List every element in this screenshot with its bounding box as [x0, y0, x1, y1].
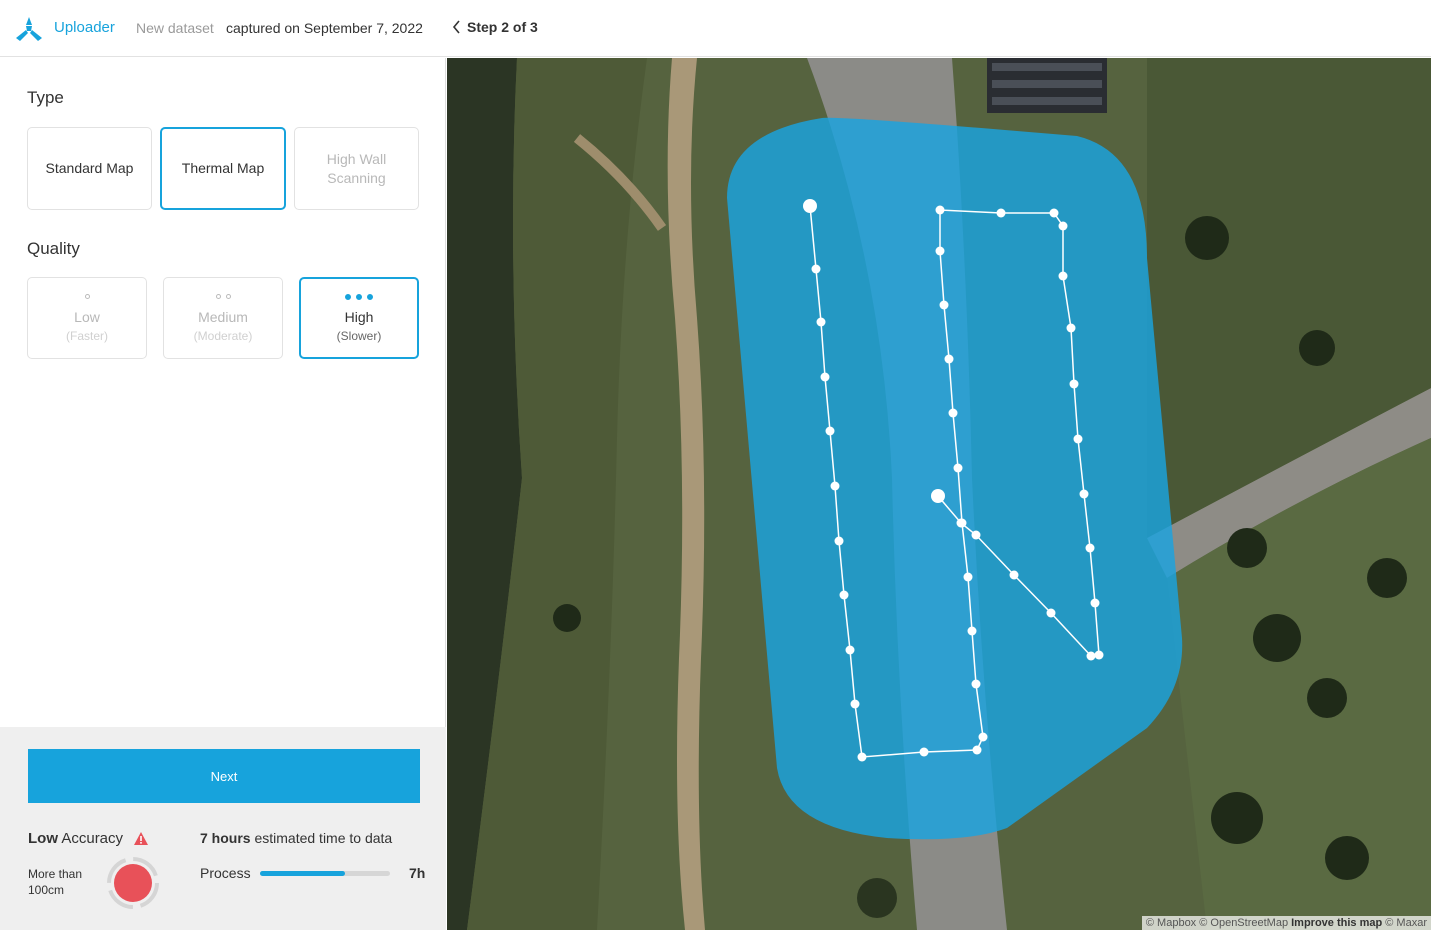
estimated-time-label: estimated time to data: [254, 830, 393, 846]
flight-waypoint[interactable]: [820, 372, 830, 382]
flight-waypoint[interactable]: [963, 572, 973, 582]
step-indicator: Step 2 of 3: [467, 19, 538, 35]
quality-dots-icon: [84, 294, 90, 300]
flight-waypoint[interactable]: [1049, 208, 1059, 218]
estimated-time: 7 hours estimated time to data: [200, 830, 392, 846]
accuracy-subtext: More than 100cm: [28, 867, 83, 897]
flight-waypoint[interactable]: [1058, 221, 1068, 231]
flight-waypoint[interactable]: [830, 481, 840, 491]
flight-waypoint[interactable]: [978, 732, 988, 742]
top-bar: Uploader New dataset captured on Septemb…: [0, 0, 1431, 57]
quality-option-high[interactable]: High (Slower): [299, 277, 419, 359]
estimated-time-value: 7 hours: [200, 830, 251, 846]
accuracy-title: Low Accuracy: [28, 830, 149, 847]
improve-map-link[interactable]: Improve this map: [1291, 917, 1382, 929]
option-label: High: [344, 308, 374, 325]
flight-waypoint[interactable]: [919, 747, 929, 757]
flight-waypoint[interactable]: [939, 300, 949, 310]
flight-home-point[interactable]: [931, 489, 945, 503]
chevron-left-icon: [452, 20, 460, 34]
flight-waypoint[interactable]: [850, 699, 860, 709]
process-label: Process: [200, 865, 251, 881]
summary-footer: Next Low Accuracy More than 100cm 7 hour…: [0, 727, 446, 930]
flight-waypoint[interactable]: [1085, 543, 1095, 553]
satellite-imagery: [447, 58, 1431, 930]
process-value: 7h: [409, 865, 426, 881]
flight-waypoint[interactable]: [825, 426, 835, 436]
flight-waypoint[interactable]: [948, 408, 958, 418]
accuracy-word: Accuracy: [61, 830, 124, 847]
flight-waypoint[interactable]: [935, 205, 945, 215]
attribution-maxar: © Maxar: [1385, 917, 1427, 929]
process-progress-bar: [260, 871, 390, 876]
option-sublabel: (Moderate): [193, 328, 253, 343]
flight-waypoint[interactable]: [944, 354, 954, 364]
flight-waypoint[interactable]: [935, 246, 945, 256]
flight-waypoint[interactable]: [857, 752, 867, 762]
app-logo-icon[interactable]: [14, 16, 44, 42]
quality-dots-icon: [345, 293, 373, 300]
flight-waypoint[interactable]: [1073, 434, 1083, 444]
quality-option-medium[interactable]: Medium (Moderate): [163, 277, 283, 359]
flight-waypoint[interactable]: [1058, 271, 1068, 281]
type-option-thermal-map[interactable]: Thermal Map: [160, 127, 286, 210]
next-button[interactable]: Next: [28, 749, 420, 803]
capture-date: captured on September 7, 2022: [226, 20, 423, 36]
step-back-button[interactable]: Step 2 of 3: [452, 19, 538, 35]
accuracy-gauge: [107, 857, 159, 909]
option-label: Standard Map: [45, 160, 134, 176]
quality-section-title: Quality: [27, 239, 80, 258]
flight-waypoint[interactable]: [1094, 650, 1104, 660]
flight-waypoint[interactable]: [1009, 570, 1019, 580]
flight-start-point[interactable]: [803, 199, 817, 213]
flight-waypoint[interactable]: [1069, 379, 1079, 389]
flight-waypoint[interactable]: [834, 536, 844, 546]
flight-waypoint[interactable]: [1079, 489, 1089, 499]
flight-waypoint[interactable]: [1046, 608, 1056, 618]
type-section-title: Type: [27, 88, 64, 107]
flight-waypoint[interactable]: [956, 518, 966, 528]
flight-waypoint[interactable]: [839, 590, 849, 600]
option-label: Medium: [198, 308, 248, 325]
warning-icon: [134, 832, 149, 845]
flight-waypoint[interactable]: [816, 317, 826, 327]
flight-waypoint[interactable]: [953, 463, 963, 473]
map-attribution: © Mapbox © OpenStreetMap Improve this ma…: [1141, 916, 1431, 930]
flight-waypoint[interactable]: [1066, 323, 1076, 333]
option-label: High Wall Scanning: [326, 150, 387, 186]
process-progress-fill: [260, 871, 345, 876]
accuracy-level: Low: [28, 830, 58, 847]
option-sublabel: (Faster): [66, 328, 108, 343]
dataset-name: New dataset: [136, 20, 214, 36]
flight-area-polygon[interactable]: [727, 117, 1183, 840]
quality-option-low[interactable]: Low (Faster): [27, 277, 147, 359]
flight-waypoint[interactable]: [972, 745, 982, 755]
quality-dots-icon: [215, 294, 231, 300]
option-label: Low: [74, 308, 100, 325]
flight-waypoint[interactable]: [996, 208, 1006, 218]
flight-waypoint[interactable]: [967, 626, 977, 636]
flight-map[interactable]: © Mapbox © OpenStreetMap Improve this ma…: [447, 58, 1431, 930]
flight-waypoint[interactable]: [971, 530, 981, 540]
flight-waypoint[interactable]: [1090, 598, 1100, 608]
option-label: Thermal Map: [181, 160, 265, 176]
flight-waypoint[interactable]: [845, 645, 855, 655]
option-sublabel: (Slower): [336, 328, 382, 343]
flight-waypoint[interactable]: [1086, 651, 1096, 661]
brand-link[interactable]: Uploader: [54, 19, 115, 36]
flight-waypoint[interactable]: [971, 679, 981, 689]
type-option-high-wall-scanning[interactable]: High Wall Scanning: [294, 127, 419, 210]
flight-waypoint[interactable]: [811, 264, 821, 274]
type-option-standard-map[interactable]: Standard Map: [27, 127, 152, 210]
attribution-text: © Mapbox © OpenStreetMap: [1145, 917, 1289, 929]
